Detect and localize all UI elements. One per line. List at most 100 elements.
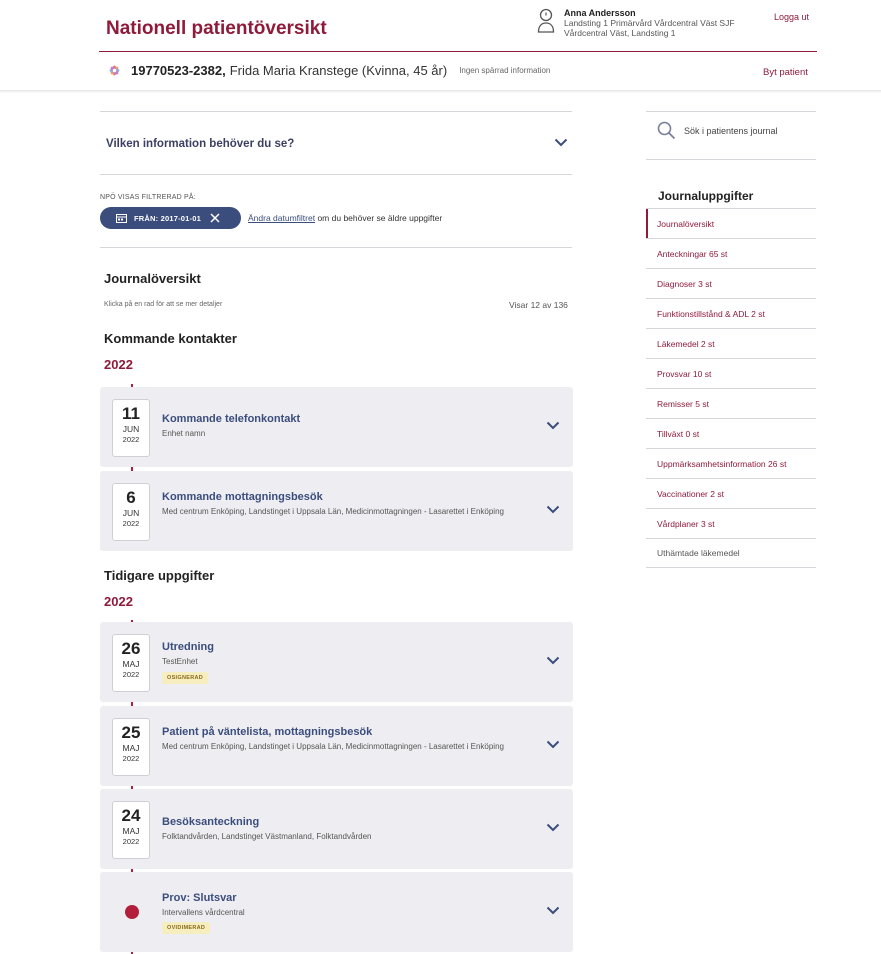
divider <box>646 159 816 160</box>
timeline-card[interactable]: 24 MAJ 2022 Besöksanteckning Folktandvår… <box>100 789 573 869</box>
date-day: 25 <box>121 723 141 742</box>
header-shadow <box>0 90 881 93</box>
date-box: 24 MAJ 2022 <box>112 801 150 859</box>
status-badge: OSIGNERAD <box>162 672 209 684</box>
date-filter-pill[interactable]: FRÅN: 2017-01-01 <box>100 207 241 229</box>
upcoming-title: Kommande kontakter <box>104 331 237 346</box>
app-title: Nationell patientöversikt <box>106 18 327 39</box>
overview-subtitle: Klicka på en rad för att se mer detaljer <box>104 301 223 308</box>
sidebar-item-lakemedel[interactable]: Läkemedel 2 st <box>646 328 816 358</box>
timeline-card[interactable]: 6 JUN 2022 Kommande mottagningsbesök Med… <box>100 471 573 551</box>
date-filter-text: FRÅN: 2017-01-01 <box>134 213 201 223</box>
card-subtitle: Med centrum Enköping, Landstinget i Upps… <box>162 742 504 751</box>
overview-title: Journalöversikt <box>104 271 201 286</box>
sidebar-item-vaccinationer[interactable]: Vaccinationer 2 st <box>646 478 816 508</box>
user-icon <box>537 8 555 33</box>
card-subtitle: TestEnhet <box>162 657 198 666</box>
search-icon <box>657 121 676 140</box>
date-box: 6 JUN 2022 <box>112 483 150 541</box>
change-date-filter-link[interactable]: Ändra datumfiltret <box>248 213 315 223</box>
date-month: MAJ <box>122 659 140 669</box>
logout-link[interactable]: Logga ut <box>774 12 809 22</box>
restricted-info: Ingen spärrad information <box>459 66 551 75</box>
header-divider <box>99 51 817 52</box>
sidebar-heading: Journaluppgifter <box>658 189 754 203</box>
card-subtitle: Med centrum Enköping, Landstinget i Upps… <box>162 507 504 516</box>
calendar-icon <box>116 213 127 223</box>
date-box: 11 JUN 2022 <box>112 399 150 457</box>
patient-id: 19770523-2382, <box>131 63 226 78</box>
user-unit: Landsting 1 Primärvård Vårdcentral Väst … <box>564 18 735 28</box>
chevron-down-icon[interactable] <box>546 421 560 430</box>
divider <box>100 247 572 248</box>
user-unit-2: Vårdcentral Väst, Landsting 1 <box>564 28 676 38</box>
date-month: JUN <box>122 508 140 518</box>
chevron-down-icon[interactable] <box>546 823 560 832</box>
timeline-card[interactable]: 25 MAJ 2022 Patient på väntelista, motta… <box>100 706 573 786</box>
filter-label: NPÖ VISAS FILTRERAD PÅ: <box>100 194 196 201</box>
date-box: 26 MAJ 2022 <box>112 634 150 692</box>
card-title: Prov: Slutsvar <box>162 892 237 904</box>
sidebar-item-provsvar[interactable]: Provsvar 10 st <box>646 358 816 388</box>
sidebar-item-anteckningar[interactable]: Anteckningar 65 st <box>646 238 816 268</box>
date-day: 11 <box>122 404 140 423</box>
chevron-down-icon[interactable] <box>554 138 568 147</box>
timeline-card[interactable]: Prov: Slutsvar Intervallens vårdcentral … <box>100 872 573 952</box>
previous-title: Tidigare uppgifter <box>104 568 215 583</box>
date-year: 2022 <box>122 435 140 444</box>
sidebar-item-diagnoser[interactable]: Diagnoser 3 st <box>646 268 816 298</box>
chevron-down-icon[interactable] <box>546 740 560 749</box>
patient-flower-icon <box>109 65 120 76</box>
timeline-card[interactable]: 11 JUN 2022 Kommande telefonkontakt Enhe… <box>100 387 573 467</box>
date-month: JUN <box>122 424 140 434</box>
user-name: Anna Andersson <box>564 8 636 18</box>
date-month: MAJ <box>122 826 140 836</box>
sidebar-item-tillvaxt[interactable]: Tillväxt 0 st <box>646 418 816 448</box>
card-title: Kommande mottagningsbesök <box>162 491 323 503</box>
filter-hint: Ändra datumfiltret om du behöver se äldr… <box>248 213 442 223</box>
date-year: 2022 <box>122 837 140 846</box>
switch-patient-link[interactable]: Byt patient <box>763 67 808 78</box>
date-day: 6 <box>126 488 136 507</box>
date-year: 2022 <box>122 519 140 528</box>
sidebar-item-journaloversikt[interactable]: Journalöversikt <box>646 208 816 238</box>
chevron-down-icon[interactable] <box>546 906 560 915</box>
date-box: 25 MAJ 2022 <box>112 718 150 776</box>
card-title: Besöksanteckning <box>162 816 260 828</box>
date-day: 24 <box>121 806 141 825</box>
card-subtitle: Folktandvården, Landstinget Västmanland,… <box>162 832 372 841</box>
search-label: Sök i patientens journal <box>684 125 778 136</box>
card-title: Kommande telefonkontakt <box>162 413 301 425</box>
sidebar-item-funktionstillstand[interactable]: Funktionstillstånd & ADL 2 st <box>646 298 816 328</box>
card-subtitle: Intervallens vårdcentral <box>162 908 245 917</box>
divider <box>646 111 816 112</box>
card-title: Utredning <box>162 641 214 653</box>
sidebar-item-uthamtade-lakemedel[interactable]: Uthämtade läkemedel <box>646 538 816 568</box>
info-question-toggle[interactable]: Vilken information behöver du se? <box>106 138 294 150</box>
app-header: Nationell patientöversikt Anna Andersson… <box>0 0 881 92</box>
filter-hint-text: om du behöver se äldre uppgifter <box>315 213 443 223</box>
date-day: 26 <box>121 639 141 658</box>
divider <box>100 174 572 175</box>
journal-search[interactable]: Sök i patientens journal <box>657 121 778 140</box>
previous-year: 2022 <box>104 594 133 609</box>
showing-count: Visar 12 av 136 <box>509 300 568 310</box>
timeline-dot <box>125 905 139 919</box>
sidebar-item-uppmarksamhetsinformation[interactable]: Uppmärksamhetsinformation 26 st <box>646 448 816 478</box>
close-icon[interactable] <box>210 213 220 223</box>
sidebar-item-vardplaner[interactable]: Vårdplaner 3 st <box>646 508 816 538</box>
sidebar-nav: Journalöversikt Anteckningar 65 st Diagn… <box>646 208 816 568</box>
chevron-down-icon[interactable] <box>546 656 560 665</box>
sidebar-item-remisser[interactable]: Remisser 5 st <box>646 388 816 418</box>
timeline-card[interactable]: 26 MAJ 2022 Utredning TestEnhet OSIGNERA… <box>100 622 573 702</box>
user-info: Anna Andersson Landsting 1 Primärvård Vå… <box>537 8 735 38</box>
chevron-down-icon[interactable] <box>546 505 560 514</box>
divider <box>100 111 572 112</box>
date-month: MAJ <box>122 743 140 753</box>
patient-row: 19770523-2382, Frida Maria Kranstege (Kv… <box>106 62 550 79</box>
date-year: 2022 <box>122 754 140 763</box>
date-year: 2022 <box>122 670 140 679</box>
status-badge: OVIDIMERAD <box>162 922 211 934</box>
card-subtitle: Enhet namn <box>162 429 206 438</box>
upcoming-year: 2022 <box>104 357 133 372</box>
